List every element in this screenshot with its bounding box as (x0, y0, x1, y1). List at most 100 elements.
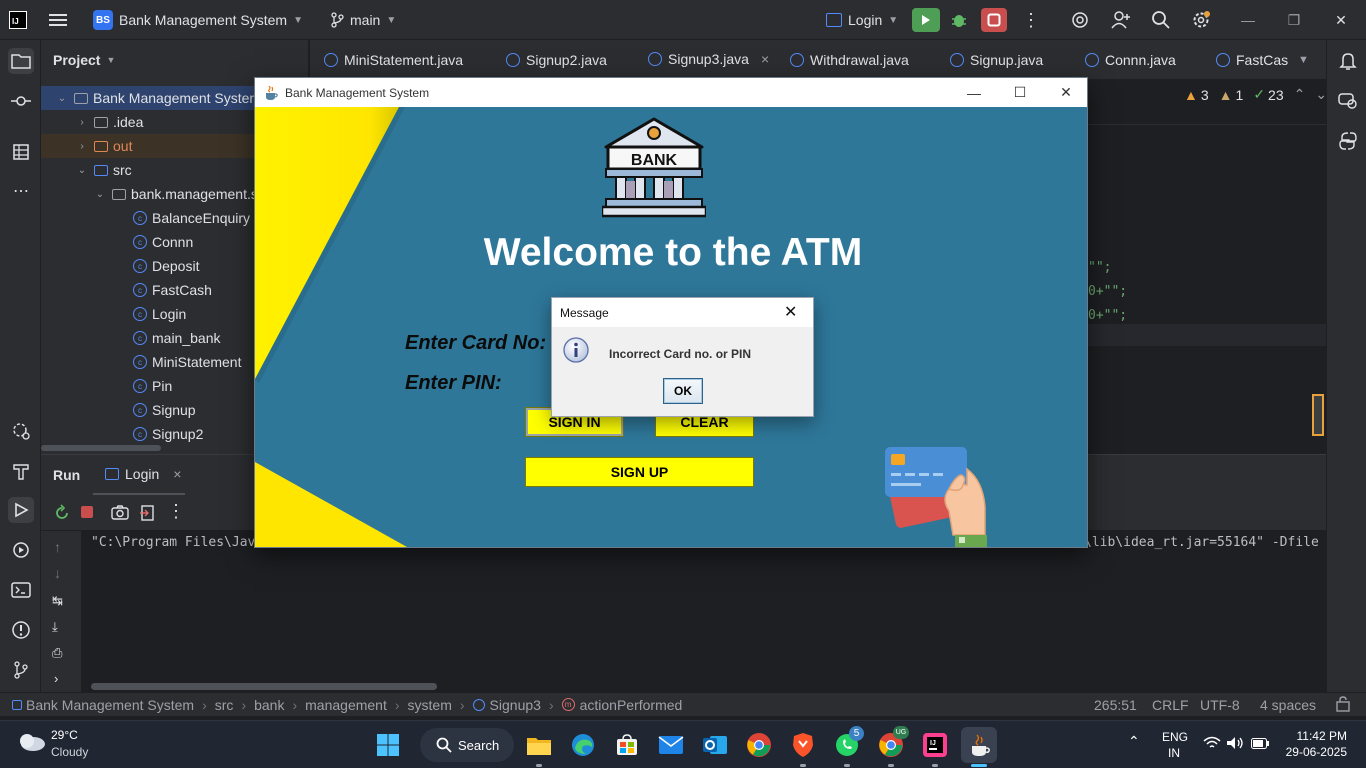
main-menu-icon[interactable] (48, 8, 68, 32)
scrollbar-marker[interactable] (1312, 394, 1324, 436)
volume-icon[interactable] (1226, 736, 1244, 750)
scroll-to-end-icon[interactable]: ⤓ (52, 619, 58, 635)
wifi-icon[interactable] (1203, 736, 1221, 750)
caret-position[interactable]: 265:51 (1094, 697, 1137, 713)
editor-tab[interactable]: Signup.java (950, 40, 1043, 80)
more-tools-icon[interactable]: ⋯ (8, 178, 34, 204)
more-options-icon[interactable]: ⋮ (167, 501, 185, 522)
inspection-widget[interactable]: ▲ 3 ▲ 1 ✓ 23 ⌃ ⌄ (1184, 86, 1327, 103)
screenshot-camera-icon[interactable] (111, 504, 129, 520)
clock-time[interactable]: 11:42 PM (1285, 729, 1347, 743)
breadcrumb-item[interactable]: system (408, 697, 452, 713)
scroll-down-arrow-icon[interactable]: ↓ (54, 565, 61, 581)
services-tool-icon[interactable] (8, 418, 34, 444)
breadcrumb-item[interactable]: Signup3 (490, 697, 541, 713)
tab-list-chevron-icon[interactable]: ▼ (1298, 40, 1309, 80)
git-tool-icon[interactable] (8, 657, 34, 683)
notifications-bell-icon[interactable] (1335, 48, 1361, 74)
language-code[interactable]: ENG (1162, 730, 1188, 744)
exit-icon[interactable] (139, 504, 155, 522)
minimize-button[interactable]: — (1225, 0, 1271, 40)
close-window-button[interactable]: ✕ (1043, 78, 1089, 107)
more-actions-icon[interactable]: ⋮ (1022, 8, 1040, 32)
next-highlight-icon[interactable]: ⌄ (1315, 86, 1327, 103)
indent-setting[interactable]: 4 spaces (1260, 697, 1316, 713)
sign-up-button[interactable]: SIGN UP (525, 457, 754, 487)
python-console-icon[interactable] (1335, 128, 1361, 154)
settings-gear-icon[interactable] (1191, 8, 1211, 32)
breadcrumb-item[interactable]: actionPerformed (580, 697, 683, 713)
java-app-icon[interactable] (961, 727, 997, 767)
maximize-button[interactable]: ☐ (997, 78, 1043, 107)
java-class-icon (472, 698, 485, 711)
editor-tab[interactable]: Signup2.java (506, 40, 607, 80)
file-encoding[interactable]: UTF-8 (1200, 697, 1240, 713)
breadcrumb-item[interactable]: management (305, 697, 387, 713)
maximize-button[interactable]: ❐ (1271, 0, 1317, 40)
close-tab-icon[interactable]: × (173, 466, 181, 482)
horizontal-scrollbar[interactable] (41, 445, 161, 451)
run-config-selector[interactable]: Login ▼ (826, 8, 898, 32)
breadcrumb-item[interactable]: Bank Management System (26, 697, 194, 713)
brave-browser-icon[interactable] (785, 727, 821, 767)
run-tab-login[interactable]: Login × (93, 455, 186, 495)
message-dialog-title-bar[interactable]: Message ✕ (552, 298, 813, 327)
scroll-up-arrow-icon[interactable]: ↑ (54, 539, 61, 555)
readonly-lock-icon[interactable] (1336, 696, 1350, 712)
branch-switcher[interactable]: main ▼ (330, 8, 396, 32)
ai-chat-icon[interactable] (1335, 88, 1361, 114)
expand-chevron-icon[interactable]: › (54, 671, 58, 686)
terminal-tool-icon[interactable] (8, 577, 34, 603)
project-switcher[interactable]: BS Bank Management System ▼ (93, 8, 303, 32)
edge-browser-icon[interactable] (565, 727, 601, 763)
line-separator[interactable]: CRLF (1152, 697, 1189, 713)
structure-tool-icon[interactable] (8, 139, 34, 165)
intellij-logo-icon[interactable]: IJ (9, 8, 27, 32)
previous-highlight-icon[interactable]: ⌃ (1294, 86, 1306, 103)
editor-tab[interactable]: Withdrawal.java (790, 40, 909, 80)
close-tab-icon[interactable]: × (761, 51, 769, 67)
outlook-icon[interactable] (697, 727, 733, 763)
console-scrollbar[interactable] (91, 683, 437, 690)
rerun-icon[interactable] (53, 504, 71, 522)
search-icon[interactable] (1151, 8, 1171, 32)
weather-cloud-icon[interactable] (16, 731, 46, 753)
problems-tool-icon[interactable] (8, 617, 34, 643)
close-dialog-icon[interactable]: ✕ (784, 302, 797, 322)
stop-button[interactable] (981, 8, 1007, 32)
editor-tab-active[interactable]: Signup3.java × (648, 40, 770, 80)
ok-button[interactable]: OK (663, 378, 703, 404)
battery-icon[interactable] (1251, 738, 1269, 749)
run-tool-icon[interactable] (8, 497, 34, 523)
chrome-profile-icon[interactable]: UG (873, 726, 909, 767)
close-window-button[interactable]: ✕ (1318, 0, 1364, 40)
show-hidden-icons-chevron-icon[interactable]: ⌃ (1128, 733, 1140, 750)
debug-button[interactable] (950, 8, 968, 32)
microsoft-store-icon[interactable] (609, 727, 645, 763)
soft-wrap-icon[interactable]: ↹ (52, 593, 63, 609)
rerun-button[interactable] (912, 8, 940, 32)
breadcrumb-item[interactable]: bank (254, 697, 284, 713)
project-tool-icon[interactable] (8, 48, 34, 74)
whatsapp-icon[interactable]: 5 (829, 726, 865, 767)
minimize-button[interactable]: — (951, 78, 997, 107)
windows-start-icon[interactable] (370, 727, 406, 763)
editor-tab[interactable]: Connn.java (1085, 40, 1176, 80)
file-explorer-icon[interactable] (521, 727, 557, 767)
editor-tab[interactable]: FastCas (1216, 40, 1288, 80)
intellij-idea-icon[interactable]: IJ (917, 727, 953, 767)
chrome-browser-icon[interactable] (741, 727, 777, 763)
editor-tab[interactable]: MiniStatement.java (324, 40, 463, 80)
mail-icon[interactable] (653, 727, 689, 763)
taskbar-search-box[interactable]: Search (420, 728, 514, 762)
build-hammer-icon[interactable] (8, 458, 34, 484)
ai-assistant-icon[interactable] (1070, 8, 1090, 32)
debug-tool-icon[interactable] (8, 537, 34, 563)
print-icon[interactable]: ⎙ (52, 645, 62, 661)
add-user-icon[interactable] (1110, 8, 1132, 32)
breadcrumb-item[interactable]: src (215, 697, 234, 713)
atm-window-title-bar[interactable]: Bank Management System — ☐ ✕ (255, 78, 1087, 107)
project-panel-header[interactable]: Project ▼ (53, 52, 115, 68)
stop-icon[interactable] (81, 506, 93, 518)
commit-tool-icon[interactable] (8, 88, 34, 114)
